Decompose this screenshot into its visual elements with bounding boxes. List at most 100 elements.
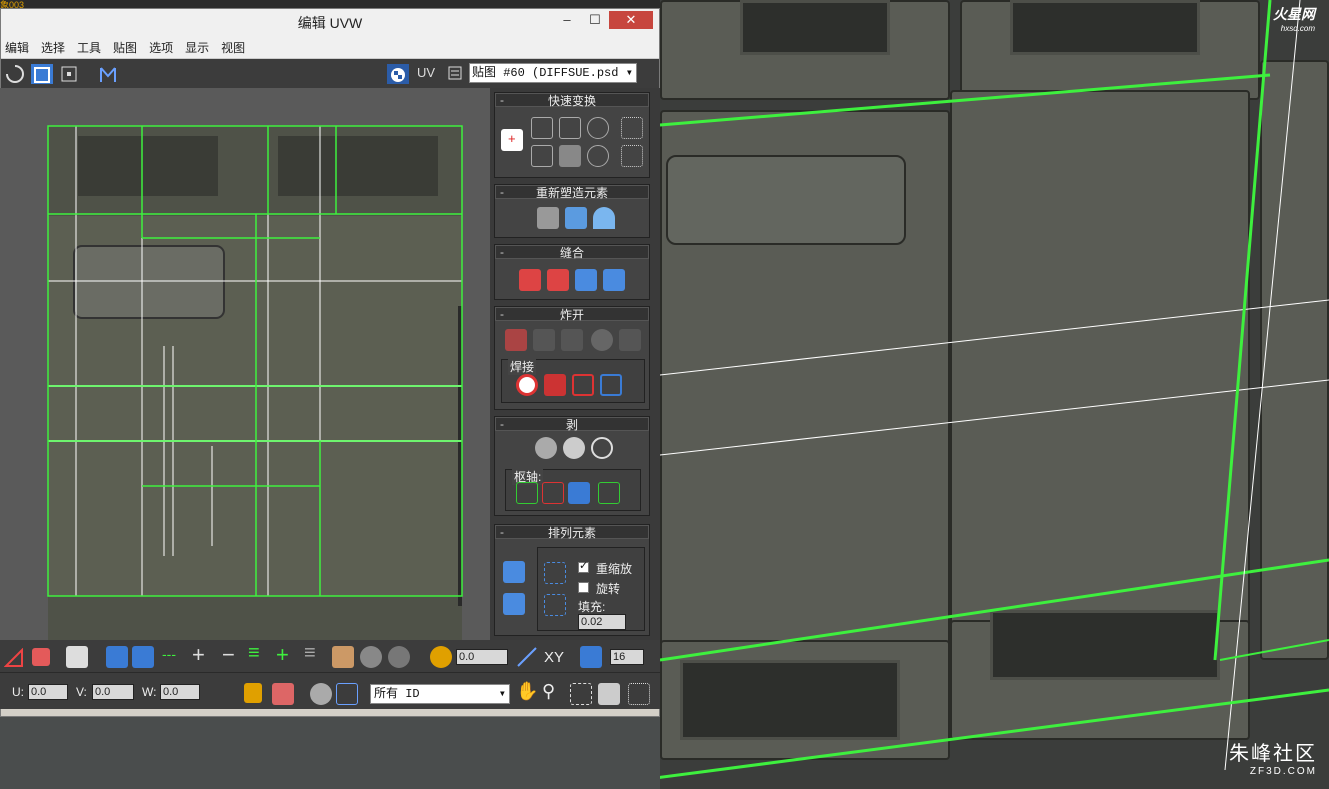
shrink-select-icon[interactable] — [132, 646, 154, 668]
straighten-icon[interactable] — [559, 117, 581, 139]
grow-loop-icon[interactable]: + — [192, 642, 205, 668]
reset-peel-icon[interactable] — [591, 437, 613, 459]
filter-select-icon[interactable] — [272, 683, 294, 705]
rotate-checkbox[interactable] — [578, 582, 589, 593]
triangle-select-icon[interactable] — [4, 648, 24, 668]
lock-icon[interactable] — [244, 683, 262, 703]
menu-tools[interactable]: 工具 — [77, 39, 101, 56]
close-button[interactable]: ✕ — [609, 11, 653, 29]
u-label: U: — [12, 685, 24, 699]
rotate-icon[interactable] — [5, 64, 25, 84]
detach-edge-icon[interactable] — [533, 329, 555, 351]
grid-spinner[interactable]: 16 — [610, 649, 644, 665]
minimize-button[interactable]: – — [553, 11, 581, 29]
weld-selected-icon[interactable] — [544, 374, 566, 396]
brush-size-icon[interactable] — [360, 646, 382, 668]
pack-normalize-icon[interactable] — [503, 561, 525, 583]
v-spinner[interactable]: 0.0 — [92, 684, 134, 700]
align-vertical-icon[interactable] — [531, 117, 553, 139]
hide-icon[interactable] — [310, 683, 332, 705]
menu-options[interactable]: 选项 — [149, 39, 173, 56]
rescale-checkbox[interactable]: ✓ — [578, 560, 589, 573]
pack-custom-icon[interactable] — [544, 562, 566, 584]
3d-viewport[interactable]: 火星网 hxsd.com 朱峰社区 ZF3D.COM — [660, 0, 1329, 789]
list-icon[interactable] — [447, 64, 463, 84]
freeze-icon[interactable] — [336, 683, 358, 705]
xy-label[interactable]: XY — [544, 649, 564, 666]
face-select-icon[interactable] — [32, 648, 50, 666]
menu-bar: 编辑 选择 工具 贴图 选项 显示 视图 — [1, 37, 659, 59]
stitch-custom-icon[interactable] — [603, 269, 625, 291]
peel-mode-icon[interactable] — [563, 437, 585, 459]
show-map-icon[interactable] — [387, 64, 409, 84]
flatten-by-smoothing-icon[interactable] — [591, 329, 613, 351]
falloff-spinner[interactable]: 0.0 — [456, 649, 508, 665]
loop-icon[interactable]: --- — [162, 646, 176, 662]
pack-group-icon[interactable] — [544, 594, 566, 616]
shrink-ring-icon[interactable]: ≡ — [304, 642, 316, 665]
menu-mapping[interactable]: 贴图 — [113, 39, 137, 56]
zoom-extents-icon[interactable] — [598, 683, 620, 705]
straighten-selection-icon[interactable] — [537, 207, 559, 229]
element-select-icon[interactable] — [66, 646, 88, 668]
weld-target-icon[interactable] — [516, 374, 538, 396]
uv-editor-canvas[interactable] — [0, 88, 490, 648]
padding-spinner[interactable]: 0.02 — [578, 614, 626, 630]
align-box-icon[interactable] — [559, 145, 581, 167]
scale-icon[interactable] — [59, 64, 79, 84]
space-horizontal-icon[interactable] — [621, 117, 643, 139]
grow-select-icon[interactable] — [106, 646, 128, 668]
soft-selection-icon[interactable] — [430, 646, 452, 668]
u-spinner[interactable]: 0.0 — [28, 684, 68, 700]
select-pins-icon[interactable] — [598, 482, 620, 504]
flatten-by-material-icon[interactable] — [619, 329, 641, 351]
quick-peel-icon[interactable] — [535, 437, 557, 459]
weld-all-icon[interactable] — [600, 374, 622, 396]
rotate-cw-icon[interactable] — [587, 145, 609, 167]
grow-ring-icon[interactable]: + — [276, 642, 289, 668]
menu-select[interactable]: 选择 — [41, 39, 65, 56]
uv-toolbar: UV 贴图 #60 (DIFFSUE.psd ▾ — [1, 59, 659, 89]
rotate-ccw-icon[interactable] — [587, 117, 609, 139]
weld-threshold-icon[interactable] — [572, 374, 594, 396]
menu-edit[interactable]: 编辑 — [5, 39, 29, 56]
pivot-center-icon[interactable]: + — [501, 129, 523, 151]
space-vertical-icon[interactable] — [621, 145, 643, 167]
stitch-average-icon[interactable] — [547, 269, 569, 291]
unpin-icon[interactable] — [542, 482, 564, 504]
relax-icon[interactable] — [565, 207, 587, 229]
map-select[interactable]: 贴图 #60 (DIFFSUE.psd ▾ — [469, 63, 637, 83]
mirror-icon[interactable] — [97, 64, 119, 84]
zoom-region-icon[interactable] — [570, 683, 592, 705]
pin-icon[interactable] — [516, 482, 538, 504]
freeform-mode-icon[interactable] — [31, 64, 53, 84]
w-spinner[interactable]: 0.0 — [160, 684, 200, 700]
relax-dialog-icon[interactable] — [593, 207, 615, 229]
paint-select-icon[interactable] — [332, 646, 354, 668]
maximize-button[interactable]: ☐ — [581, 11, 609, 29]
pack-together-icon[interactable] — [503, 593, 525, 615]
window-titlebar[interactable]: 编辑 UVW – ☐ ✕ — [1, 9, 659, 37]
flatten-icon[interactable] — [561, 329, 583, 351]
ring-icon[interactable]: ≡ — [248, 642, 260, 665]
stitch-to-target-icon[interactable] — [519, 269, 541, 291]
v-label: V: — [76, 685, 87, 699]
window-title: 编辑 UVW — [297, 15, 363, 31]
arrange-group: - 排列元素 ✓ 重缩放 旋转 填充: 0.02 — [494, 524, 650, 636]
auto-pin-icon[interactable] — [568, 482, 590, 504]
grid-snap-icon[interactable] — [580, 646, 602, 668]
uv-label[interactable]: UV — [417, 65, 435, 80]
snap-icon[interactable] — [628, 683, 650, 705]
stitch-to-source-icon[interactable] — [575, 269, 597, 291]
zoom-icon[interactable]: ⚲ — [542, 681, 555, 702]
line-falloff-icon[interactable] — [516, 646, 538, 668]
brush-shrink-icon[interactable] — [388, 646, 410, 668]
break-icon[interactable] — [505, 329, 527, 351]
shrink-loop-icon[interactable]: − — [222, 642, 235, 668]
id-select[interactable]: 所有 ID ▾ — [370, 684, 510, 704]
menu-display[interactable]: 显示 — [185, 39, 209, 56]
align-horizontal-icon[interactable] — [531, 145, 553, 167]
peel-title: 剥 — [565, 418, 578, 432]
pan-icon[interactable]: ✋ — [516, 681, 538, 702]
menu-view[interactable]: 视图 — [221, 39, 245, 56]
